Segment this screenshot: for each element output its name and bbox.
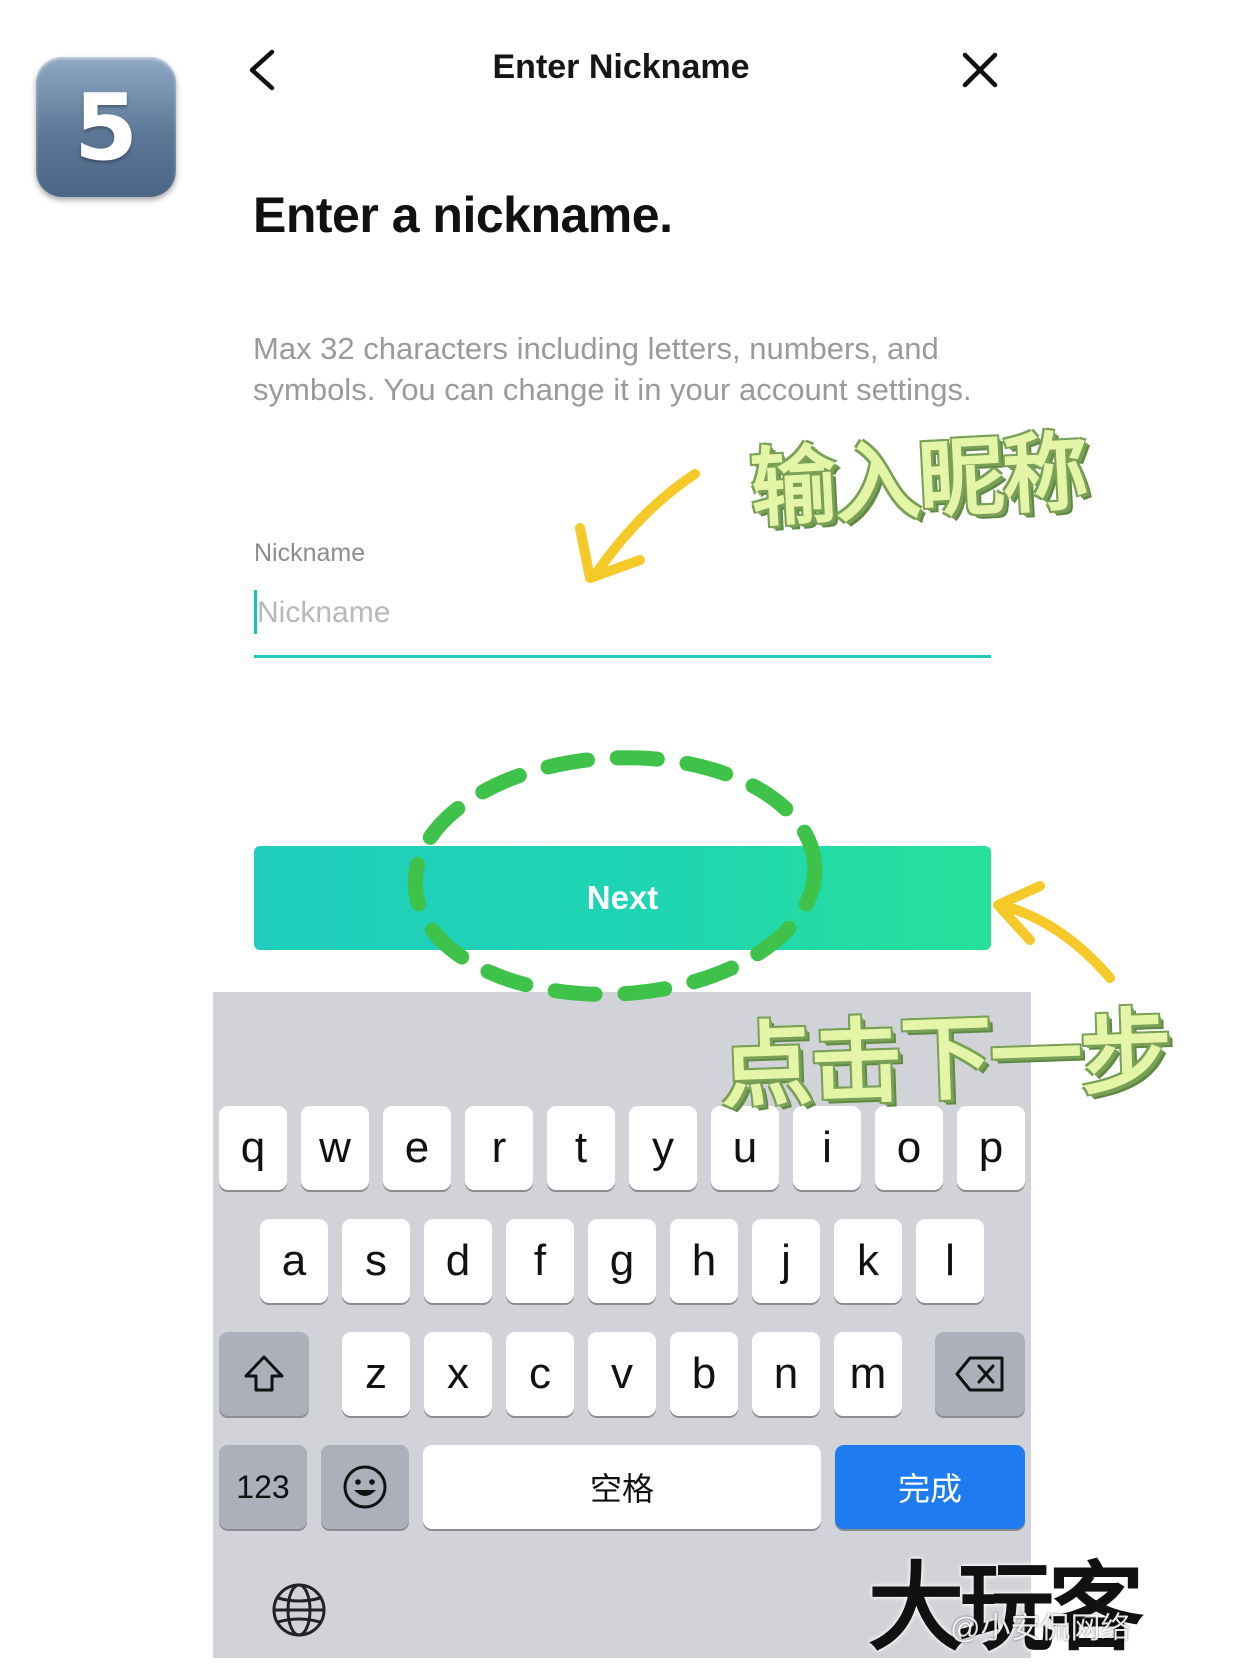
headline: Enter a nickname.: [253, 187, 673, 243]
key-j[interactable]: j: [752, 1219, 820, 1303]
key-n[interactable]: n: [752, 1332, 820, 1416]
done-key[interactable]: 完成: [835, 1445, 1025, 1529]
key-e[interactable]: e: [383, 1106, 451, 1190]
annotation-enter-nickname: 输入昵称: [748, 422, 1089, 540]
chevron-left-icon[interactable]: [244, 48, 280, 92]
arrow-to-input: [575, 469, 700, 583]
key-g[interactable]: g: [588, 1219, 656, 1303]
page-title: Enter Nickname: [492, 48, 750, 86]
key-z[interactable]: z: [342, 1332, 410, 1416]
arrow-to-next: [993, 881, 1115, 983]
key-b[interactable]: b: [670, 1332, 738, 1416]
key-h[interactable]: h: [670, 1219, 738, 1303]
shift-key[interactable]: [219, 1332, 309, 1416]
next-button[interactable]: Next: [254, 846, 991, 950]
shift-icon: [244, 1355, 284, 1392]
close-icon[interactable]: [960, 50, 1000, 90]
watermark-logo-text: 大玩客: [868, 1551, 1144, 1664]
key-l[interactable]: l: [916, 1219, 984, 1303]
key-w[interactable]: w: [301, 1106, 369, 1190]
watermark-handle: @小安侃网络: [950, 1612, 1131, 1645]
backspace-key[interactable]: [935, 1332, 1025, 1416]
key-q[interactable]: q: [219, 1106, 287, 1190]
backspace-icon: [955, 1356, 1004, 1392]
key-p[interactable]: p: [957, 1106, 1025, 1190]
input-underline: [254, 655, 991, 658]
key-f[interactable]: f: [506, 1219, 574, 1303]
emoji-key[interactable]: [321, 1445, 409, 1529]
key-m[interactable]: m: [834, 1332, 902, 1416]
key-a[interactable]: a: [260, 1219, 328, 1303]
key-d[interactable]: d: [424, 1219, 492, 1303]
step-number-badge: 5: [36, 57, 176, 197]
globe-icon[interactable]: [271, 1582, 327, 1638]
key-v[interactable]: v: [588, 1332, 656, 1416]
numbers-key[interactable]: 123: [219, 1445, 307, 1529]
key-c[interactable]: c: [506, 1332, 574, 1416]
text-caret: [254, 590, 257, 634]
key-k[interactable]: k: [834, 1219, 902, 1303]
nickname-input[interactable]: [254, 585, 992, 641]
nickname-field-label: Nickname: [254, 539, 366, 567]
key-t[interactable]: t: [547, 1106, 615, 1190]
space-key[interactable]: 空格: [423, 1445, 821, 1529]
emoji-icon: [343, 1465, 387, 1509]
key-r[interactable]: r: [465, 1106, 533, 1190]
key-s[interactable]: s: [342, 1219, 410, 1303]
key-y[interactable]: y: [629, 1106, 697, 1190]
key-x[interactable]: x: [424, 1332, 492, 1416]
helper-text: Max 32 characters including letters, num…: [253, 331, 972, 407]
annotation-click-next: 点击下一步: [718, 998, 1173, 1121]
